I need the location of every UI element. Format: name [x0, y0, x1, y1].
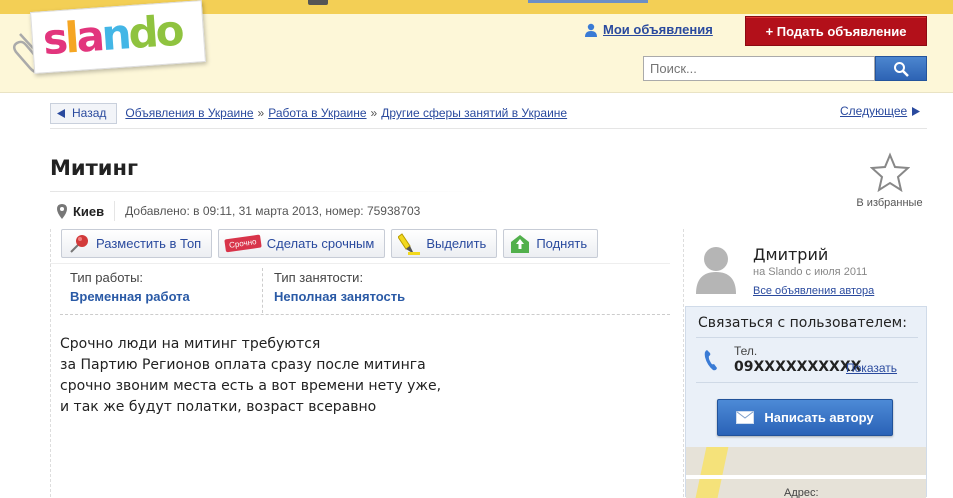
breadcrumb-item-ukraine[interactable]: Объявления в Украине: [125, 106, 253, 120]
city: Киев: [73, 203, 105, 219]
title-divider: [50, 191, 490, 192]
attributes-top-border: [50, 263, 670, 264]
make-urgent-label: Сделать срочным: [266, 236, 375, 251]
promote-top-label: Разместить в Топ: [96, 236, 202, 251]
logo[interactable]: slando: [30, 0, 206, 74]
post-ad-button[interactable]: + Подать объявление: [745, 16, 927, 46]
favorite-label: В избранные: [856, 197, 923, 209]
breadcrumb-item-other[interactable]: Другие сферы занятий в Украине: [381, 106, 567, 120]
ad-meta: Киев Добавлено: в 09:11, 31 марта 2013, …: [57, 201, 420, 221]
added-info: Добавлено: в 09:11, 31 марта 2013, номер…: [125, 204, 421, 218]
user-since: на Slando с июля 2011: [753, 266, 868, 278]
contact-panel: Связаться с пользователем: Тел. 09XXXXXX…: [685, 306, 927, 498]
phone-label: Тел.: [734, 344, 758, 358]
ad-description: Срочно люди на митинг требуются за Парти…: [60, 334, 441, 418]
map-road: [693, 447, 729, 498]
attribute-label: Тип занятости:: [274, 270, 364, 285]
highlight-label: Выделить: [426, 236, 487, 251]
description-line: Срочно люди на митинг требуются: [60, 336, 321, 352]
search-bar: [643, 56, 927, 81]
breadcrumb-separator: »: [370, 106, 378, 120]
breadcrumb-separator: »: [257, 106, 265, 120]
urgent-tag-icon: Срочно: [224, 234, 262, 253]
attribute-value[interactable]: Временная работа: [70, 289, 190, 304]
page-title: Митинг: [50, 156, 138, 180]
search-icon: [894, 61, 909, 77]
favorite-button[interactable]: В избранные: [852, 152, 927, 209]
ad-actions: Разместить в Топ Срочно Сделать срочным …: [61, 229, 599, 258]
back-button[interactable]: Назад: [50, 102, 118, 124]
attribute-work-type: Тип работы: Временная работа: [70, 270, 190, 304]
content-border-left: [50, 229, 51, 497]
promote-top-button[interactable]: Разместить в Топ: [61, 229, 213, 258]
write-author-button[interactable]: Написать автору: [717, 399, 893, 436]
user-name: Дмитрий: [753, 245, 829, 264]
attribute-employment-type: Тип занятости: Неполная занятость: [274, 270, 405, 304]
map-road: [686, 475, 926, 479]
marker-icon: [398, 232, 421, 255]
attribute-value[interactable]: Неполная занятость: [274, 289, 405, 304]
bump-button[interactable]: Поднять: [503, 229, 599, 258]
attributes-bottom-border: [60, 314, 670, 315]
address-label: Адрес:: [784, 487, 819, 498]
envelope-icon: [736, 411, 755, 424]
top-link-marker: [528, 0, 648, 3]
avatar: [696, 247, 736, 294]
my-ads-link[interactable]: Мои объявления: [584, 22, 713, 37]
my-ads-label: Мои объявления: [603, 22, 713, 37]
attribute-separator: [262, 268, 263, 313]
phone-number: 09XXXXXXXXXX: [734, 359, 862, 375]
location-map[interactable]: Адрес:: [686, 447, 926, 498]
search-input[interactable]: [643, 56, 875, 81]
description-line: за Партию Регионов оплата сразу после ми…: [60, 357, 426, 373]
breadcrumb-item-work[interactable]: Работа в Украине: [268, 106, 366, 120]
pin-icon: [70, 234, 88, 253]
all-ads-link[interactable]: Все объявления автора: [753, 285, 874, 297]
back-label: Назад: [72, 106, 107, 120]
bump-up-icon: [511, 234, 530, 253]
top-tab-marker: [308, 0, 328, 5]
meta-separator: [114, 201, 116, 221]
user-icon: [585, 23, 597, 37]
site-header: slando Мои объявления + Подать объявлени…: [0, 0, 953, 93]
next-label: Следующее: [840, 104, 908, 118]
breadcrumb: Назад Объявления в Украине » Работа в Ук…: [50, 102, 567, 124]
description-line: срочно звоним места есть а вот времени н…: [60, 378, 442, 394]
location-pin-icon: [57, 203, 67, 219]
description-line: и так же будут полатки, возраст всеравно: [60, 399, 377, 415]
bump-label: Поднять: [536, 236, 588, 251]
contact-divider: [696, 382, 918, 383]
contact-title: Связаться с пользователем:: [698, 315, 907, 331]
next-ad-link[interactable]: Следующее: [840, 104, 921, 118]
arrow-left-icon: [57, 108, 65, 118]
arrow-right-icon: [912, 106, 921, 116]
logo-text: slando: [41, 5, 183, 65]
divider: [50, 128, 927, 129]
highlight-button[interactable]: Выделить: [391, 229, 498, 258]
contact-divider: [696, 337, 918, 338]
star-icon: [869, 152, 910, 193]
make-urgent-button[interactable]: Срочно Сделать срочным: [218, 229, 386, 258]
content-border-right: [683, 229, 684, 497]
phone-icon: [704, 350, 717, 371]
show-phone-link[interactable]: Показать: [846, 361, 897, 375]
attribute-label: Тип работы:: [70, 270, 144, 285]
search-button[interactable]: [875, 56, 927, 81]
write-author-label: Написать автору: [764, 410, 874, 425]
